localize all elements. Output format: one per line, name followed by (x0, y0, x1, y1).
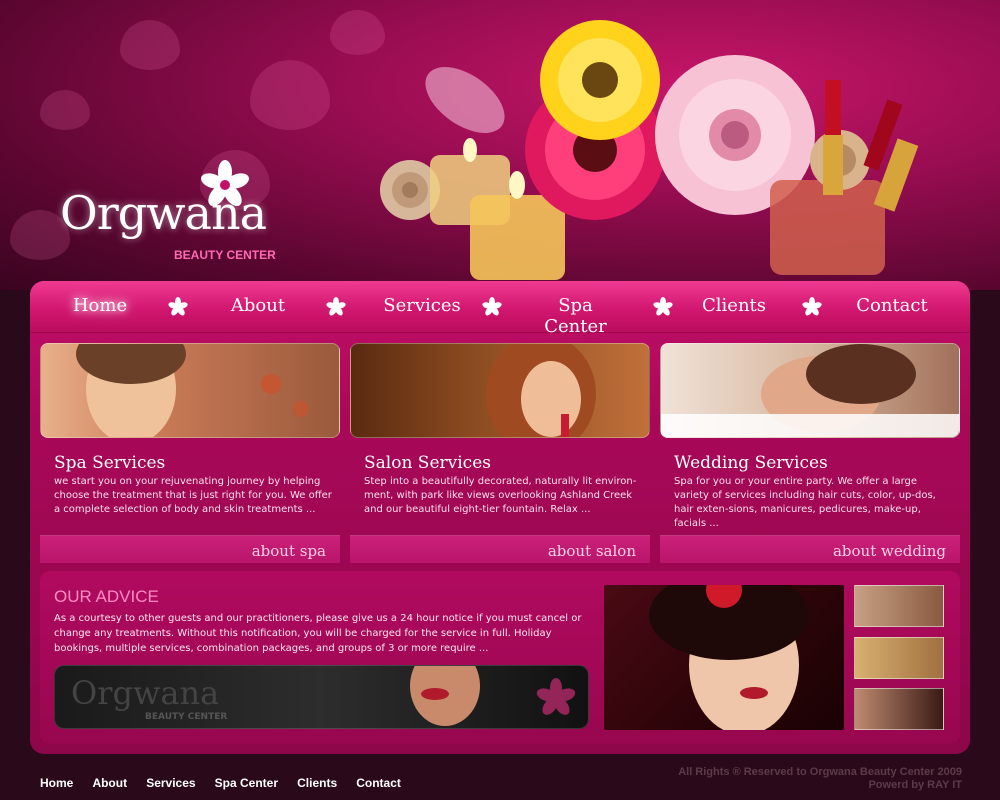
logo[interactable]: Orgwana BEAUTY CENTER (60, 160, 290, 270)
flower-icon (653, 297, 673, 316)
spa-image (40, 343, 340, 438)
nav-about[interactable]: About (228, 295, 288, 316)
footer-link-spa-center[interactable]: Spa Center (215, 776, 278, 790)
advice-text: As a courtesy to other guests and our pr… (54, 613, 582, 654)
logo-name: Orgwana (60, 186, 267, 240)
footer-navigation: Home About Services Spa Center Clients C… (40, 772, 415, 791)
powered-by-text: Powerd by RAY IT (868, 779, 962, 791)
card-footer: about spa (40, 535, 340, 563)
promo-banner[interactable]: Orgwana BEAUTY CENTER (54, 665, 589, 729)
logo-subtitle: BEAUTY CENTER (174, 248, 276, 262)
card-wedding: Wedding Services Spa for you or your ent… (660, 343, 960, 563)
footer-link-contact[interactable]: Contact (356, 776, 401, 790)
footer-link-home[interactable]: Home (40, 776, 73, 790)
banner-logo-subtitle: BEAUTY CENTER (145, 712, 228, 722)
banner-photo (410, 666, 480, 726)
card-spa: Spa Services we start you on your rejuve… (40, 343, 340, 563)
flower-icon (536, 678, 576, 715)
hero-banner: Orgwana BEAUTY CENTER (0, 0, 1000, 290)
flower-icon (168, 297, 188, 316)
gallery-thumb[interactable] (854, 688, 944, 730)
card-title: Wedding Services (674, 453, 828, 473)
card-title: Salon Services (364, 453, 491, 473)
nav-home[interactable]: Home (70, 295, 130, 316)
footer-link-clients[interactable]: Clients (297, 776, 337, 790)
footer-link-services[interactable]: Services (146, 776, 195, 790)
nav-clients[interactable]: Clients (702, 295, 766, 316)
card-salon: Salon Services Step into a beautifully d… (350, 343, 650, 563)
footer-copyright: All Rights ® Reserved to Orgwana Beauty … (678, 766, 962, 792)
banner-logo-name: Orgwana (71, 674, 220, 712)
wedding-image (660, 343, 960, 438)
flower-icon (482, 297, 502, 316)
card-text: Spa for you or your entire party. We off… (674, 476, 936, 529)
card-title: Spa Services (54, 453, 166, 473)
nav-contact[interactable]: Contact (856, 295, 928, 316)
card-footer: about wedding (660, 535, 960, 563)
card-text: we start you on your rejuvenating journe… (54, 476, 332, 515)
about-salon-link[interactable]: about salon (548, 542, 636, 560)
nav-services[interactable]: Services (382, 295, 462, 316)
gallery-thumb[interactable] (854, 585, 944, 627)
gallery-thumb[interactable] (854, 637, 944, 679)
copyright-text: All Rights ® Reserved to Orgwana Beauty … (678, 766, 962, 778)
footer-link-about[interactable]: About (92, 776, 127, 790)
about-wedding-link[interactable]: about wedding (833, 542, 946, 560)
salon-image (350, 343, 650, 438)
flowers-decoration (380, 20, 919, 280)
flower-icon (802, 297, 822, 316)
card-footer: about salon (350, 535, 650, 563)
advice-title: OUR ADVICE (54, 587, 159, 606)
nav-spa-center[interactable]: Spa Center (528, 295, 623, 337)
card-text: Step into a beautifully decorated, natur… (364, 476, 637, 515)
flower-icon (326, 297, 346, 316)
about-spa-link[interactable]: about spa (252, 542, 326, 560)
main-navigation: Home About Services Spa Center Clients C… (30, 281, 970, 337)
featured-photo (604, 585, 844, 730)
